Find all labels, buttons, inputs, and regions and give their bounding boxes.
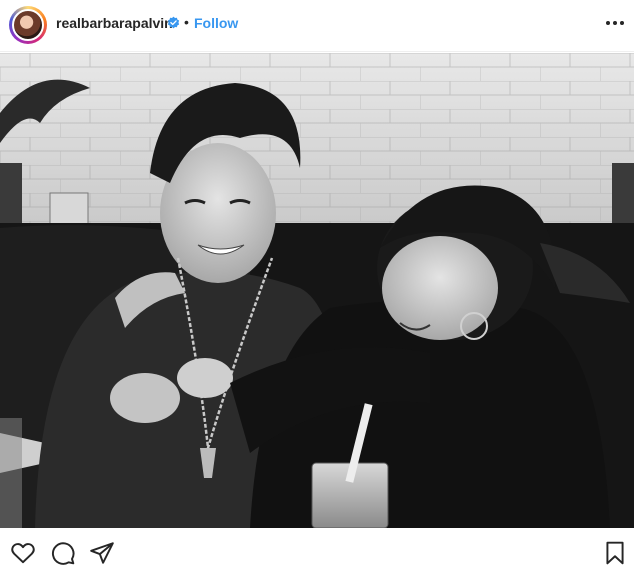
comment-icon[interactable] (50, 540, 76, 566)
avatar[interactable] (9, 6, 47, 44)
share-icon[interactable] (89, 540, 115, 566)
heart-icon[interactable] (10, 540, 36, 566)
more-options-icon[interactable] (604, 12, 626, 34)
caption-cut-off (12, 574, 312, 580)
action-bar (0, 528, 634, 578)
verified-badge-icon (167, 16, 180, 29)
follow-button[interactable]: Follow (194, 15, 238, 31)
avatar-image (12, 9, 44, 41)
post-photo[interactable] (0, 53, 634, 528)
photo-illustration (0, 53, 634, 528)
separator-dot: • (184, 14, 189, 30)
bookmark-icon[interactable] (602, 540, 628, 566)
username[interactable]: realbarbarapalvin (56, 15, 173, 31)
post-header: realbarbarapalvin • Follow (0, 0, 634, 52)
